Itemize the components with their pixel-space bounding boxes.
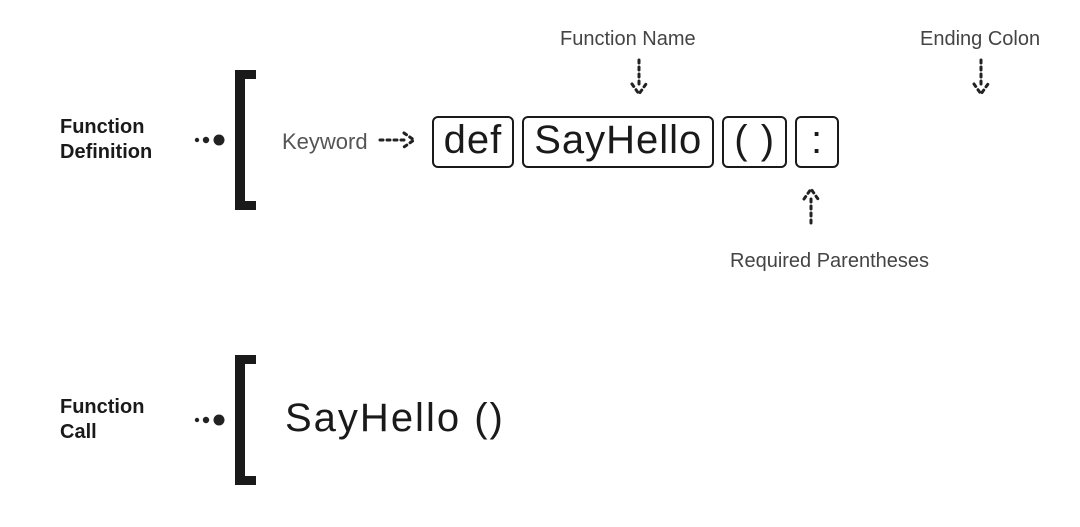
annotation-function-name: Function Name <box>560 28 696 51</box>
token-def: def <box>432 116 515 168</box>
call-code: SayHello () <box>285 396 505 440</box>
annotation-ending-colon: Ending Colon <box>920 28 1040 51</box>
token-colon: : <box>795 116 839 168</box>
arrow-down-icon <box>972 58 990 103</box>
call-label-line2: Call <box>60 420 175 445</box>
definition-label: Function Definition <box>60 115 175 165</box>
bracket-icon <box>232 355 260 485</box>
dots-marker-icon <box>193 413 227 427</box>
function-definition-row: Function Definition <box>60 115 237 165</box>
function-call-row: Function Call <box>60 395 237 445</box>
call-label: Function Call <box>60 395 175 445</box>
definition-label-line2: Definition <box>60 140 175 165</box>
definition-code-row: Keyword def SayHello ( ) : <box>282 116 847 168</box>
token-name: SayHello <box>522 116 714 168</box>
arrow-right-icon <box>378 131 418 154</box>
keyword-label: Keyword <box>282 129 368 155</box>
arrow-up-icon <box>802 185 820 230</box>
annotation-required-parens: Required Parentheses <box>730 250 929 273</box>
call-code-row: SayHello () <box>285 398 505 438</box>
definition-label-line1: Function <box>60 115 175 140</box>
bracket-icon <box>232 70 260 210</box>
arrow-down-icon <box>630 58 648 103</box>
call-label-line1: Function <box>60 395 175 420</box>
dots-marker-icon <box>193 133 227 147</box>
token-parens: ( ) <box>722 116 787 168</box>
